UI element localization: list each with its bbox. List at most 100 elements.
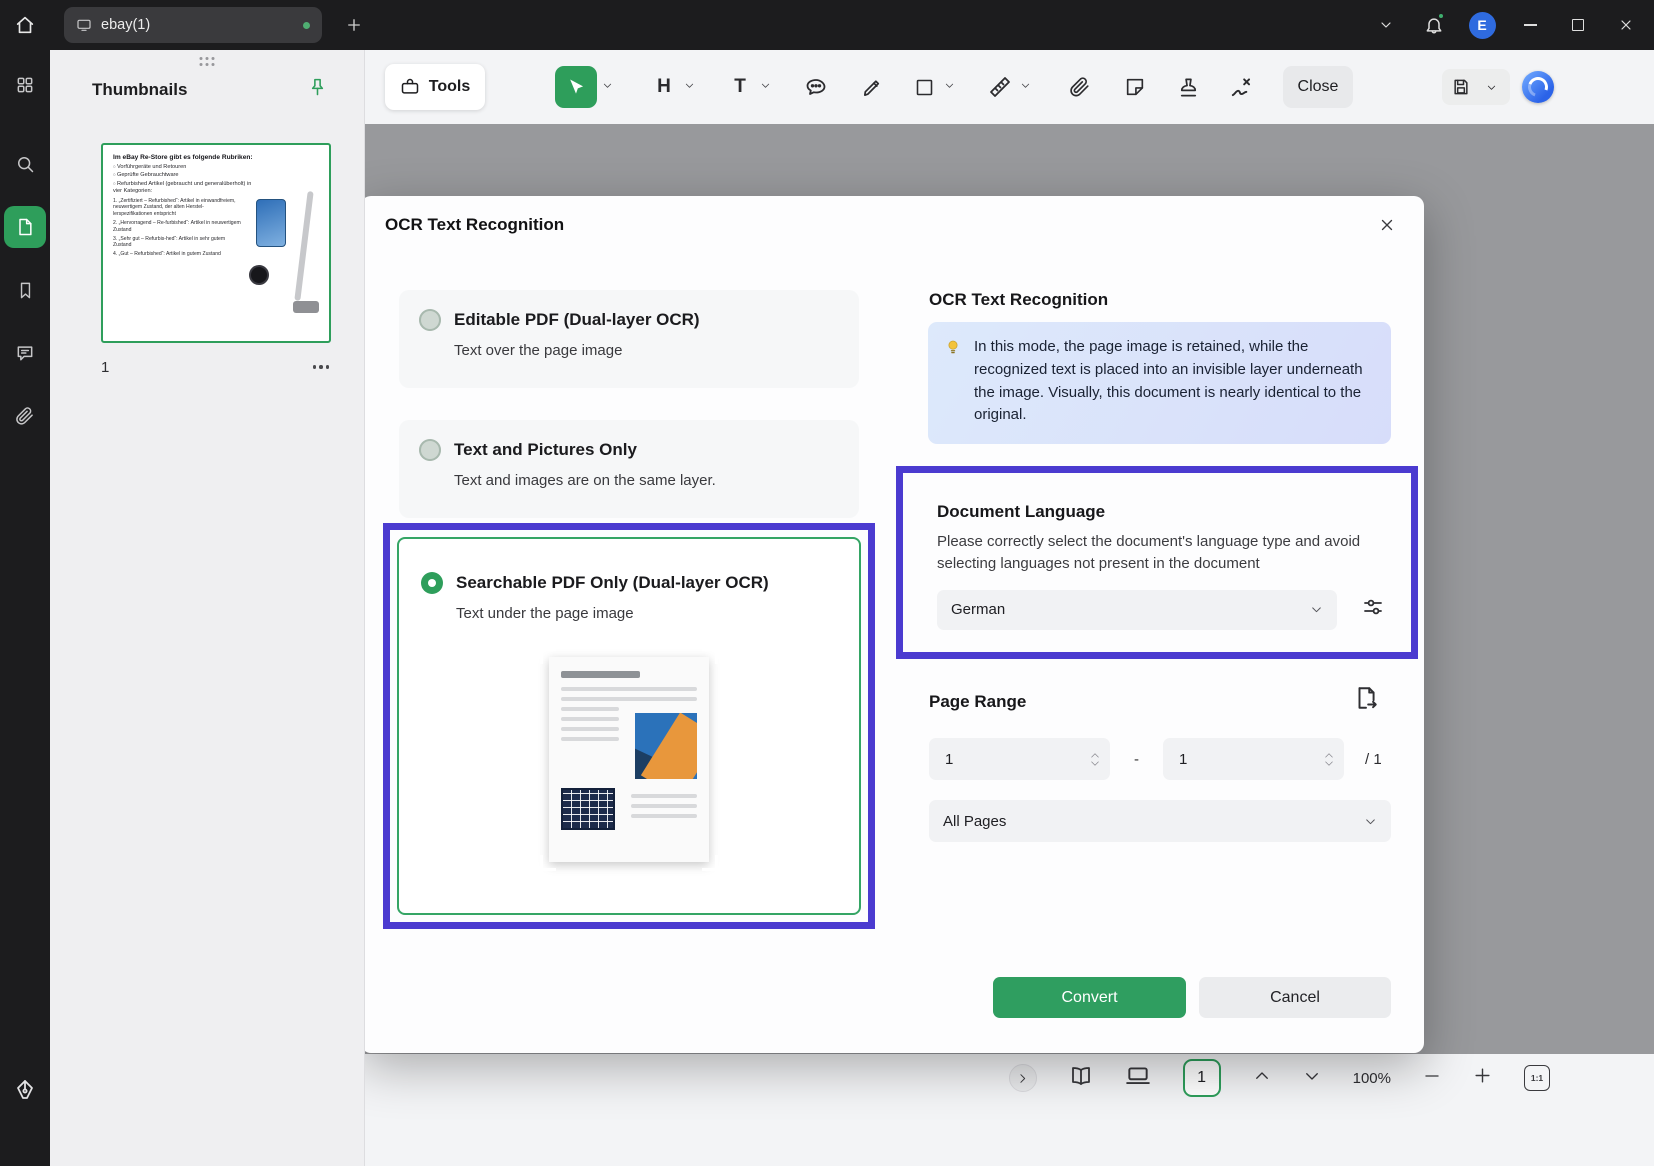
signature-tool-button[interactable] bbox=[1227, 72, 1257, 102]
speech-bubble-icon bbox=[804, 75, 828, 99]
highlighter-tool-button[interactable] bbox=[857, 72, 887, 102]
thumbnail-more-button[interactable] bbox=[311, 359, 332, 375]
radio-editable-pdf[interactable] bbox=[419, 309, 441, 331]
radio-searchable-pdf[interactable] bbox=[421, 572, 443, 594]
home-button[interactable] bbox=[0, 0, 50, 50]
sidebar-item-comments[interactable] bbox=[4, 332, 46, 374]
close-tools-button[interactable]: Close bbox=[1283, 66, 1353, 108]
current-page-box[interactable]: 1 bbox=[1183, 1059, 1221, 1097]
measure-tool-button[interactable] bbox=[985, 72, 1015, 102]
option-searchable-pdf[interactable]: Searchable PDF Only (Dual-layer OCR) Tex… bbox=[397, 537, 861, 915]
zoom-out-button[interactable] bbox=[1423, 1067, 1441, 1090]
chevron-down-icon bbox=[1378, 17, 1394, 33]
selection-corner bbox=[540, 855, 556, 871]
stamp-tool-button[interactable] bbox=[1173, 72, 1203, 102]
document-tab[interactable]: ebay(1) bbox=[64, 7, 322, 43]
page-mode-select[interactable]: All Pages bbox=[929, 800, 1391, 842]
t-glyph: T bbox=[734, 76, 746, 98]
expand-statusbar-button[interactable] bbox=[1009, 1064, 1037, 1092]
save-options-chevron[interactable] bbox=[1476, 69, 1506, 105]
thumbnail-bullet: Refurbished Artikel (gebraucht und gener… bbox=[113, 181, 253, 195]
option-subtitle: Text over the page image bbox=[454, 342, 839, 359]
page-thumbnail[interactable]: Im eBay Re-Store gibt es folgende Rubrik… bbox=[101, 143, 331, 343]
tools-button[interactable]: Tools bbox=[385, 64, 485, 110]
highlight-frame-searchable-option: Searchable PDF Only (Dual-layer OCR) Tex… bbox=[383, 523, 875, 929]
minimize-icon bbox=[1524, 24, 1537, 26]
titlebar: ebay(1) E bbox=[0, 0, 1654, 50]
close-window-button[interactable] bbox=[1602, 0, 1650, 50]
plus-icon bbox=[345, 16, 363, 34]
dialog-close-button[interactable] bbox=[1374, 212, 1400, 238]
heading-tool-button[interactable]: H bbox=[649, 72, 679, 102]
heading-tool-chevron[interactable] bbox=[684, 78, 695, 96]
range-end-stepper[interactable] bbox=[1324, 751, 1334, 768]
cancel-label: Cancel bbox=[1270, 989, 1320, 1007]
text-tool-button[interactable]: T bbox=[725, 72, 755, 102]
presentation-mode-button[interactable] bbox=[1125, 1063, 1151, 1094]
cancel-button[interactable]: Cancel bbox=[1199, 977, 1391, 1018]
chevron-down-icon bbox=[1310, 603, 1323, 616]
h-glyph: H bbox=[657, 76, 671, 98]
range-start-stepper[interactable] bbox=[1090, 751, 1100, 768]
sidebar-item-apps[interactable] bbox=[4, 64, 46, 106]
comment-tool-button[interactable] bbox=[801, 72, 831, 102]
convert-button[interactable]: Convert bbox=[993, 977, 1186, 1018]
lightbulb-icon bbox=[944, 338, 962, 356]
language-description: Please correctly select the document's l… bbox=[937, 531, 1369, 575]
sidebar-item-bookmarks[interactable] bbox=[4, 269, 46, 311]
chevron-up-icon bbox=[1253, 1067, 1271, 1085]
page-range-options-button[interactable] bbox=[1353, 685, 1379, 716]
bookmark-icon bbox=[16, 281, 35, 300]
paperclip-icon bbox=[15, 406, 35, 426]
attach-tool-button[interactable] bbox=[1065, 72, 1095, 102]
page-number-label: 1 bbox=[101, 359, 109, 376]
notifications-button[interactable] bbox=[1410, 0, 1458, 50]
text-tool-chevron[interactable] bbox=[760, 78, 771, 96]
select-tool-chevron[interactable] bbox=[602, 78, 613, 96]
range-end-field[interactable] bbox=[1163, 738, 1344, 780]
measure-tool-chevron[interactable] bbox=[1020, 78, 1031, 96]
panel-drag-handle[interactable] bbox=[200, 57, 215, 66]
range-end-input[interactable] bbox=[1179, 751, 1299, 768]
zoom-in-button[interactable] bbox=[1473, 1066, 1492, 1090]
chevron-down-icon bbox=[684, 80, 695, 91]
main-toolbar: Tools H T bbox=[365, 50, 1654, 124]
thumbnail-bullet: Geprüfte Gebrauchtware bbox=[113, 172, 253, 179]
language-section-title: Document Language bbox=[937, 502, 1404, 522]
option-editable-pdf[interactable]: Editable PDF (Dual-layer OCR) Text over … bbox=[399, 290, 859, 388]
language-settings-button[interactable] bbox=[1361, 595, 1385, 624]
sticker-tool-button[interactable] bbox=[1120, 72, 1150, 102]
chevron-up-icon bbox=[1324, 751, 1334, 759]
range-start-field[interactable] bbox=[929, 738, 1110, 780]
collapse-chevron-button[interactable] bbox=[1362, 0, 1410, 50]
actual-size-button[interactable]: 1:1 bbox=[1524, 1065, 1550, 1091]
sidebar-item-attachments[interactable] bbox=[4, 395, 46, 437]
minimize-button[interactable] bbox=[1506, 0, 1554, 50]
reading-mode-button[interactable] bbox=[1069, 1064, 1093, 1093]
account-avatar[interactable]: E bbox=[1458, 0, 1506, 50]
maximize-button[interactable] bbox=[1554, 0, 1602, 50]
range-start-input[interactable] bbox=[945, 751, 1065, 768]
option-text-pictures[interactable]: Text and Pictures Only Text and images a… bbox=[399, 420, 859, 518]
page-range-title: Page Range bbox=[929, 692, 1026, 712]
new-tab-button[interactable] bbox=[338, 9, 370, 41]
pin-panel-button[interactable] bbox=[307, 77, 328, 103]
next-page-button[interactable] bbox=[1303, 1067, 1321, 1090]
thumbnail-heading: Im eBay Re-Store gibt es folgende Rubrik… bbox=[113, 154, 263, 161]
shapes-tool-button[interactable] bbox=[909, 72, 939, 102]
language-select[interactable]: German bbox=[937, 590, 1337, 630]
sidebar-item-search[interactable] bbox=[4, 143, 46, 185]
updf-logo-icon[interactable] bbox=[0, 1078, 50, 1102]
previous-page-button[interactable] bbox=[1253, 1067, 1271, 1090]
radio-text-pictures[interactable] bbox=[419, 439, 441, 461]
panel-title: Thumbnails bbox=[92, 80, 187, 100]
select-tool-button[interactable] bbox=[555, 66, 597, 108]
ai-assistant-button[interactable] bbox=[1522, 71, 1554, 103]
chevron-down-icon bbox=[1303, 1067, 1321, 1085]
illustration-picture-block bbox=[635, 713, 697, 779]
save-button[interactable] bbox=[1446, 69, 1476, 105]
sidebar-item-thumbnails[interactable] bbox=[4, 206, 46, 248]
shapes-tool-chevron[interactable] bbox=[944, 78, 955, 96]
zoom-level[interactable]: 100% bbox=[1353, 1070, 1391, 1087]
chevron-down-icon bbox=[1324, 760, 1334, 768]
